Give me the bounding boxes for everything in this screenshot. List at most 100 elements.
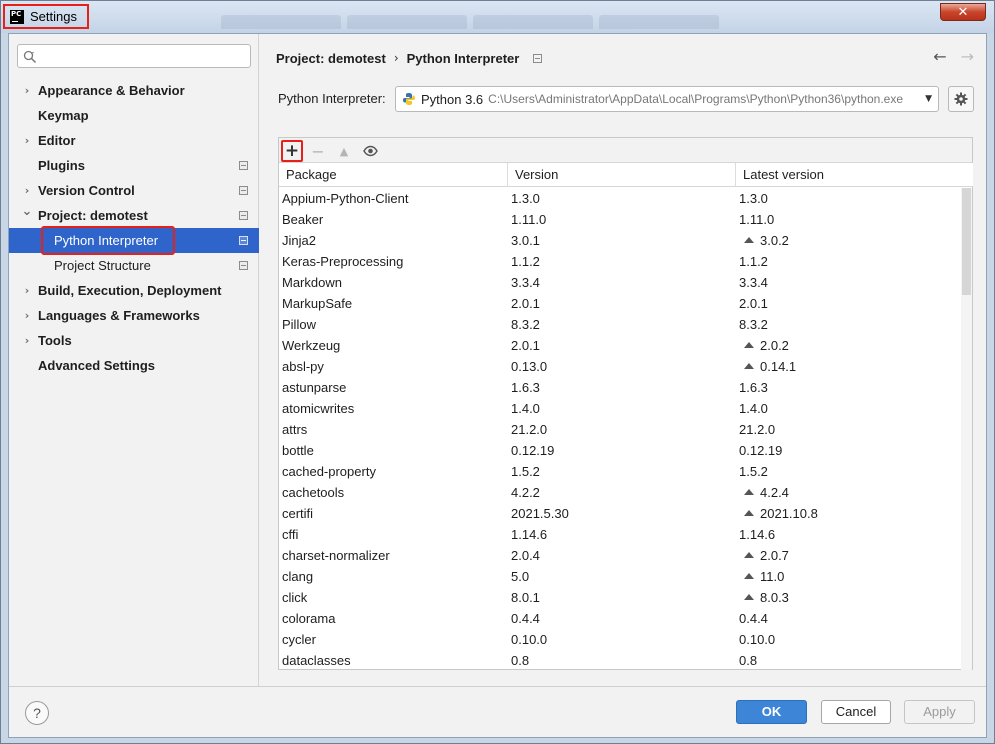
latest-version-cell: 2.0.7 [736,545,789,566]
latest-version-cell-text: 2021.10.8 [760,506,818,521]
upgrade-available-icon [744,552,754,558]
forward-arrow-icon[interactable]: → [961,47,974,66]
chevron-right-icon[interactable]: › [21,128,33,153]
version-cell: 0.8 [508,650,529,670]
table-row[interactable]: clang 5.0 11.0 [279,566,962,587]
project-level-setting-icon [239,211,248,220]
package-cell: MarkupSafe [279,293,352,314]
table-row[interactable]: cached-property 1.5.2 1.5.2 [279,461,962,482]
packages-table: Appium-Python-Client 1.3.0 1.3.0 Beaker 1.11… [279,188,962,670]
table-row[interactable]: cachetools 4.2.2 4.2.4 [279,482,962,503]
sidebar-item-plugins[interactable]: Plugins [9,153,259,178]
project-level-setting-icon [239,261,248,270]
chevron-down-icon[interactable]: ⌄ [21,199,33,224]
scrollbar-thumb[interactable] [962,188,971,295]
version-cell-text: 2.0.4 [511,548,540,563]
sidebar-item-project-demotest[interactable]: ⌄ Project: demotest [9,203,259,228]
column-header-version[interactable]: Version [508,163,736,187]
vertical-scrollbar[interactable] [961,188,972,670]
table-row[interactable]: click 8.0.1 8.0.3 [279,587,962,608]
package-cell: cffi [279,524,298,545]
latest-version-cell: 0.8 [736,650,757,670]
apply-button[interactable]: Apply [904,700,975,724]
latest-version-cell: 2021.10.8 [736,503,818,524]
table-row[interactable]: Pillow 8.3.2 8.3.2 [279,314,962,335]
sidebar-item-tools[interactable]: › Tools [9,328,259,353]
python-logo-icon [403,93,415,105]
add-package-button[interactable]: + [281,140,303,162]
package-cell: colorama [279,608,335,629]
table-row[interactable]: certifi 2021.5.30 2021.10.8 [279,503,962,524]
sidebar-item-editor[interactable]: › Editor [9,128,259,153]
table-row[interactable]: dataclasses 0.8 0.8 [279,650,962,670]
column-header-package[interactable]: Package [279,163,508,187]
sidebar-item-project-structure[interactable]: Project Structure [9,253,259,278]
version-cell-text: 2.0.1 [511,296,540,311]
chevron-right-icon[interactable]: › [21,303,33,328]
table-row[interactable]: colorama 0.4.4 0.4.4 [279,608,962,629]
sidebar-item-build-execution-deployment[interactable]: › Build, Execution, Deployment [9,278,259,303]
ok-button[interactable]: OK [736,700,807,724]
package-cell: Werkzeug [279,335,340,356]
table-row[interactable]: Werkzeug 2.0.1 2.0.2 [279,335,962,356]
sidebar-item-keymap[interactable]: Keymap [9,103,259,128]
breadcrumb-project[interactable]: Project: demotest [276,51,386,66]
table-row[interactable]: Jinja2 3.0.1 3.0.2 [279,230,962,251]
table-row[interactable]: charset-normalizer 2.0.4 2.0.7 [279,545,962,566]
history-navigation: ← → [933,47,974,66]
show-early-releases-button[interactable] [359,140,381,162]
help-button[interactable]: ? [25,701,49,725]
cancel-button[interactable]: Cancel [821,700,891,724]
background-tab [599,15,719,29]
table-row[interactable]: MarkupSafe 2.0.1 2.0.1 [279,293,962,314]
sidebar-item-advanced-settings[interactable]: Advanced Settings [9,353,259,378]
version-cell: 0.10.0 [508,629,547,650]
latest-version-cell-text: 0.8 [739,653,758,668]
upgrade-package-button[interactable]: ▲ [333,140,355,162]
back-arrow-icon[interactable]: ← [933,47,946,66]
sidebar-item-version-control[interactable]: › Version Control [9,178,259,203]
table-row[interactable]: Keras-Preprocessing 1.1.2 1.1.2 [279,251,962,272]
table-row[interactable]: Beaker 1.11.0 1.11.0 [279,209,962,230]
interpreter-dropdown[interactable]: Python 3.6 C:\Users\Administrator\AppDat… [395,86,939,112]
table-row[interactable]: cffi 1.14.6 1.14.6 [279,524,962,545]
latest-version-cell: 1.6.3 [736,377,768,398]
table-row[interactable]: Markdown 3.3.4 3.3.4 [279,272,962,293]
chevron-right-icon[interactable]: › [21,78,33,103]
table-row[interactable]: absl-py 0.13.0 0.14.1 [279,356,962,377]
table-row[interactable]: astunparse 1.6.3 1.6.3 [279,377,962,398]
chevron-right-icon[interactable]: › [21,328,33,353]
background-tabs [221,15,719,33]
window-title: Settings [30,9,77,24]
latest-version-cell-text: 8.0.3 [760,590,789,605]
table-row[interactable]: bottle 0.12.19 0.12.19 [279,440,962,461]
version-cell-text: 0.8 [511,653,530,668]
table-row[interactable]: attrs 21.2.0 21.2.0 [279,419,962,440]
sidebar-item-languages-frameworks[interactable]: › Languages & Frameworks [9,303,259,328]
sidebar-item-label: Project Structure [54,258,151,273]
package-cell: clang [279,566,313,587]
sidebar-item-python-interpreter[interactable]: Python Interpreter [9,226,259,255]
sidebar-item-label: Appearance & Behavior [38,83,185,98]
sidebar-item-appearance-behavior[interactable]: › Appearance & Behavior [9,78,259,103]
column-header-latest-version[interactable]: Latest version [736,163,962,187]
eye-icon [362,145,378,157]
project-level-setting-icon [239,161,248,170]
remove-package-button[interactable]: − [307,140,329,162]
table-row[interactable]: atomicwrites 1.4.0 1.4.0 [279,398,962,419]
settings-tree: › Appearance & Behavior Keymap › Editor Plugi… [9,78,259,378]
table-row[interactable]: cycler 0.10.0 0.10.0 [279,629,962,650]
close-button[interactable]: ✕ [940,3,986,21]
package-cell-text: clang [282,569,314,584]
search-field[interactable] [17,44,251,68]
table-row[interactable]: Appium-Python-Client 1.3.0 1.3.0 [279,188,962,209]
interpreter-settings-button[interactable] [948,86,974,112]
package-cell-text: Jinja2 [282,233,316,248]
version-cell-text: 3.0.1 [511,233,540,248]
package-cell-text: Pillow [282,317,316,332]
chevron-right-icon[interactable]: › [21,278,33,303]
title-bar[interactable]: Settings ✕ [1,1,994,33]
dropdown-arrow-icon[interactable]: ▼ [925,94,932,104]
latest-version-cell-text: 0.12.19 [739,443,783,458]
version-cell: 2021.5.30 [508,503,569,524]
